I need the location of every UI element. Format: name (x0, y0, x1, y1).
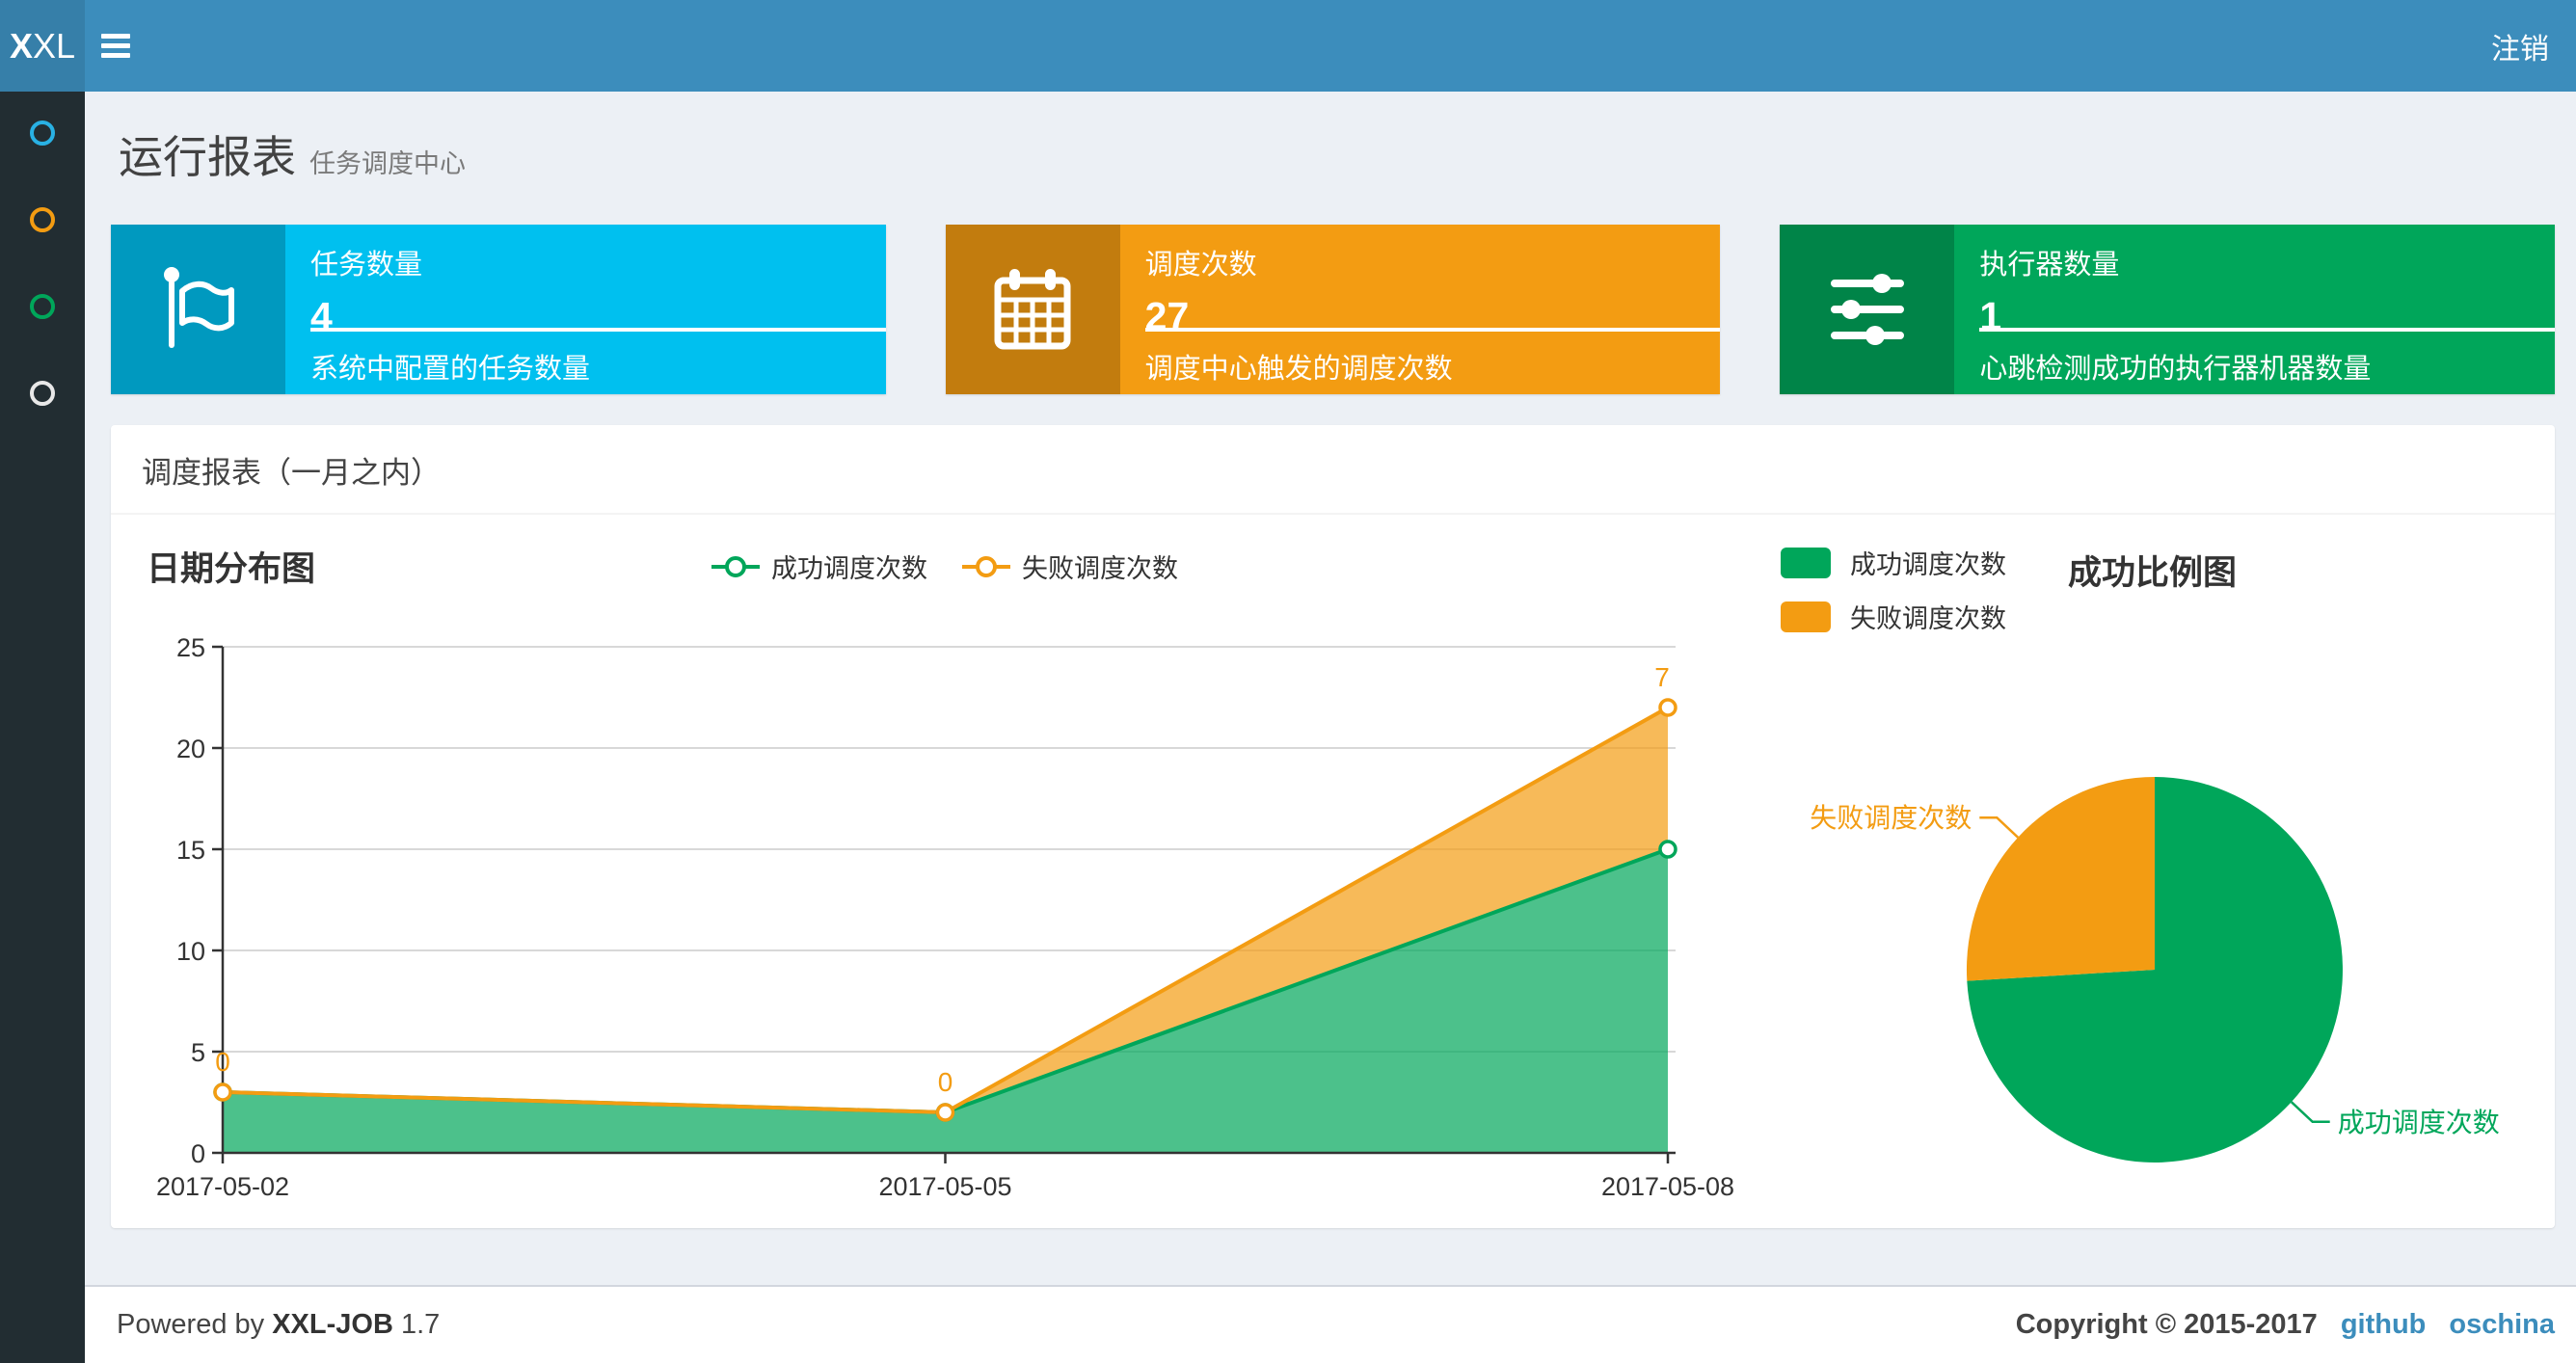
legend-item-fail[interactable]: 失败调度次数 (962, 548, 1178, 585)
oschina-link[interactable]: oschina (2449, 1309, 2555, 1341)
pie-slice-fail[interactable] (1966, 777, 2155, 981)
pie-chart-title: 成功比例图 (2068, 554, 2238, 592)
product-name: XXL-JOB (272, 1309, 393, 1340)
pie-slice-label: 成功调度次数 (2338, 1108, 2500, 1137)
stat-box-jobs: 任务数量 4 系统中配置的任务数量 (111, 225, 886, 394)
stat-box-content: 执行器数量 1 心跳检测成功的执行器机器数量 (1954, 225, 2556, 394)
hamburger-icon (101, 53, 130, 58)
pie-legend-swatch-icon (1781, 601, 1831, 632)
logout-link[interactable]: 注销 (2464, 0, 2576, 92)
sidebar (0, 92, 85, 1363)
line-chart-legend: 成功调度次数 失败调度次数 (711, 548, 1178, 585)
stat-value: 4 (310, 294, 333, 338)
app-logo-bold: X (9, 25, 33, 66)
legend-label: 成功调度次数 (771, 554, 927, 583)
y-tick-label: 25 (176, 633, 205, 662)
stat-box-content: 任务数量 4 系统中配置的任务数量 (285, 225, 886, 394)
pie-label-line (2290, 1101, 2330, 1124)
stat-title: 执行器数量 (1979, 250, 2120, 281)
app-logo[interactable]: X XL (0, 0, 85, 92)
fail-value-label: 0 (938, 1067, 953, 1097)
calendar-icon (945, 225, 1120, 394)
sidebar-item-3-circle-icon[interactable] (30, 294, 55, 319)
y-tick-label: 15 (176, 836, 205, 865)
line-chart-title: 日期分布图 (147, 550, 316, 588)
pie-legend-swatch-icon (1781, 547, 1831, 578)
page-subtitle: 任务调度中心 (309, 149, 466, 178)
line-legend-marker-icon (711, 555, 760, 578)
legend-label: 失败调度次数 (1850, 604, 2006, 633)
stat-divider (310, 328, 886, 332)
x-tick-label: 2017-05-08 (1601, 1172, 1734, 1201)
y-tick-label: 10 (176, 937, 205, 966)
powered-by-text: Powered by XXL-JOB 1.7 (117, 1309, 441, 1340)
stat-description: 调度中心触发的调度次数 (1144, 354, 1453, 385)
pie-label-line (1979, 815, 2020, 839)
date-distribution-chart[interactable]: 0 5 10 15 20 25 2017-05-02 2017-05-05 2017-05-08… (145, 609, 1745, 1226)
sidebar-toggle-button[interactable] (85, 0, 147, 92)
report-panel: 调度报表（一月之内） 日期分布图 成功调度次数 失败调度次数 0 5 10 15… (111, 425, 2555, 1228)
pie-slice-label: 失败调度次数 (1810, 803, 1972, 833)
flag-icon (111, 225, 285, 394)
hamburger-icon (101, 43, 130, 48)
legend-item-fail[interactable]: 失败调度次数 (1781, 598, 2006, 635)
pie-chart-legend: 成功调度次数 失败调度次数 (1781, 544, 2006, 635)
sidebar-item-4-circle-icon[interactable] (30, 381, 55, 406)
product-version: 1.7 (400, 1309, 441, 1340)
sidebar-item-2-circle-icon[interactable] (30, 207, 55, 232)
legend-label: 失败调度次数 (1022, 554, 1178, 583)
stat-title: 任务数量 (310, 250, 423, 281)
success-ratio-chart[interactable]: 成功调度次数 失败调度次数 (1779, 609, 2555, 1226)
fail-point[interactable] (935, 1103, 955, 1122)
legend-item-success[interactable]: 成功调度次数 (1781, 544, 2006, 581)
stat-divider (1144, 328, 1721, 332)
y-tick-label: 20 (176, 735, 205, 763)
fail-value-label: 0 (215, 1047, 230, 1077)
fail-point[interactable] (1658, 698, 1677, 717)
fail-point[interactable] (213, 1082, 232, 1102)
x-tick-label: 2017-05-05 (878, 1172, 1011, 1201)
github-link[interactable]: github (2341, 1309, 2427, 1341)
panel-title: 调度报表（一月之内） (111, 425, 2555, 515)
success-ratio-block: 成功调度次数 失败调度次数 成功比例图 成功调度次数 失败调度次数 (1779, 524, 2555, 1226)
page-header: 运行报表 任务调度中心 (111, 92, 2555, 225)
stat-box-content: 调度次数 27 调度中心触发的调度次数 (1120, 225, 1721, 394)
stat-box-triggers: 调度次数 27 调度中心触发的调度次数 (945, 225, 1721, 394)
app-logo-rest: XL (32, 25, 76, 66)
stat-description: 系统中配置的任务数量 (310, 354, 591, 385)
footer: Powered by XXL-JOB 1.7 Copyright © 2015-… (85, 1285, 2576, 1363)
copyright-text: Copyright © 2015-2017 (2015, 1309, 2318, 1340)
stat-box-executors: 执行器数量 1 心跳检测成功的执行器机器数量 (1780, 225, 2556, 394)
x-tick-label: 2017-05-02 (156, 1172, 289, 1201)
page-title: 运行报表 (119, 132, 296, 182)
stat-description: 心跳检测成功的执行器机器数量 (1979, 354, 2372, 385)
date-distribution-block: 日期分布图 成功调度次数 失败调度次数 0 5 10 15 20 25 2017… (145, 524, 1745, 1226)
legend-item-success[interactable]: 成功调度次数 (711, 548, 927, 585)
fail-value-label: 7 (1654, 662, 1670, 692)
stat-title: 调度次数 (1144, 250, 1257, 281)
hamburger-icon (101, 34, 130, 39)
y-tick-label: 5 (191, 1038, 205, 1067)
success-point[interactable] (1658, 840, 1677, 859)
sidebar-item-1-circle-icon[interactable] (30, 120, 55, 146)
top-navbar: X XL 注销 (0, 0, 2576, 92)
stat-value: 27 (1144, 294, 1190, 338)
stat-boxes-row: 任务数量 4 系统中配置的任务数量 调度次数 27 调度中心触发的调度次数 执行… (111, 225, 2556, 394)
sliders-icon (1780, 225, 1955, 394)
legend-label: 成功调度次数 (1850, 550, 2006, 579)
stat-value: 1 (1979, 294, 2002, 338)
content-area: 运行报表 任务调度中心 任务数量 4 系统中配置的任务数量 调度次数 27 调度… (85, 92, 2576, 1285)
line-legend-marker-icon (962, 555, 1010, 578)
stat-divider (1979, 328, 2556, 332)
y-tick-label: 0 (191, 1139, 205, 1168)
